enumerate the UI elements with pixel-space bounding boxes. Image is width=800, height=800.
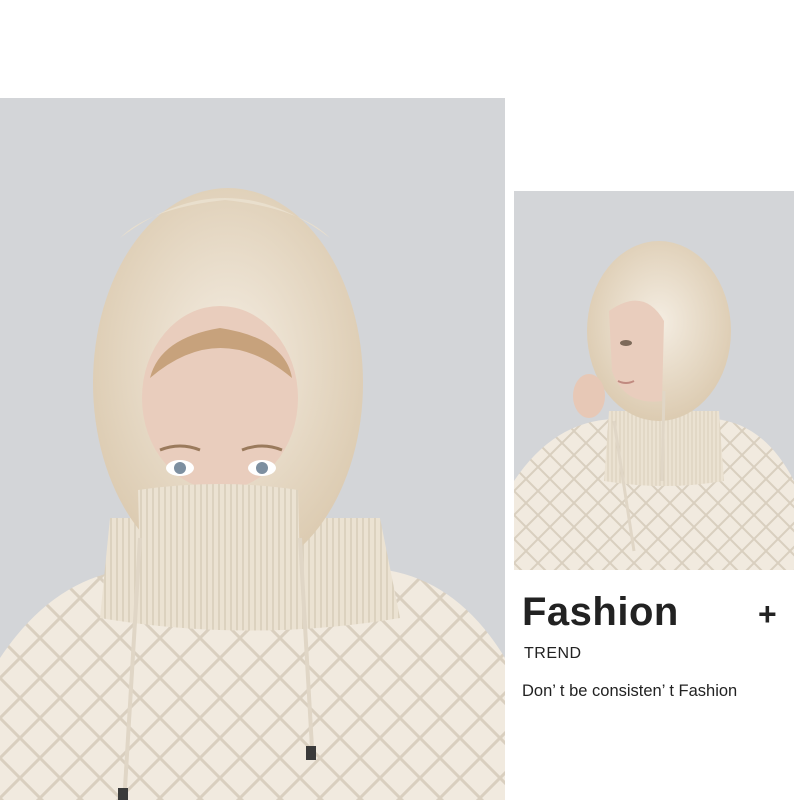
main-product-photo [0,98,505,800]
side-photo-illustration [514,191,794,570]
main-photo-illustration [0,98,505,800]
plus-icon: + [758,596,777,632]
promo-headline: Fashion [522,590,679,634]
promo-subheading: TREND [524,645,582,662]
promo-tagline: Don’ t be consisten’ t Fashion [522,682,738,700]
side-product-photo [514,191,794,570]
